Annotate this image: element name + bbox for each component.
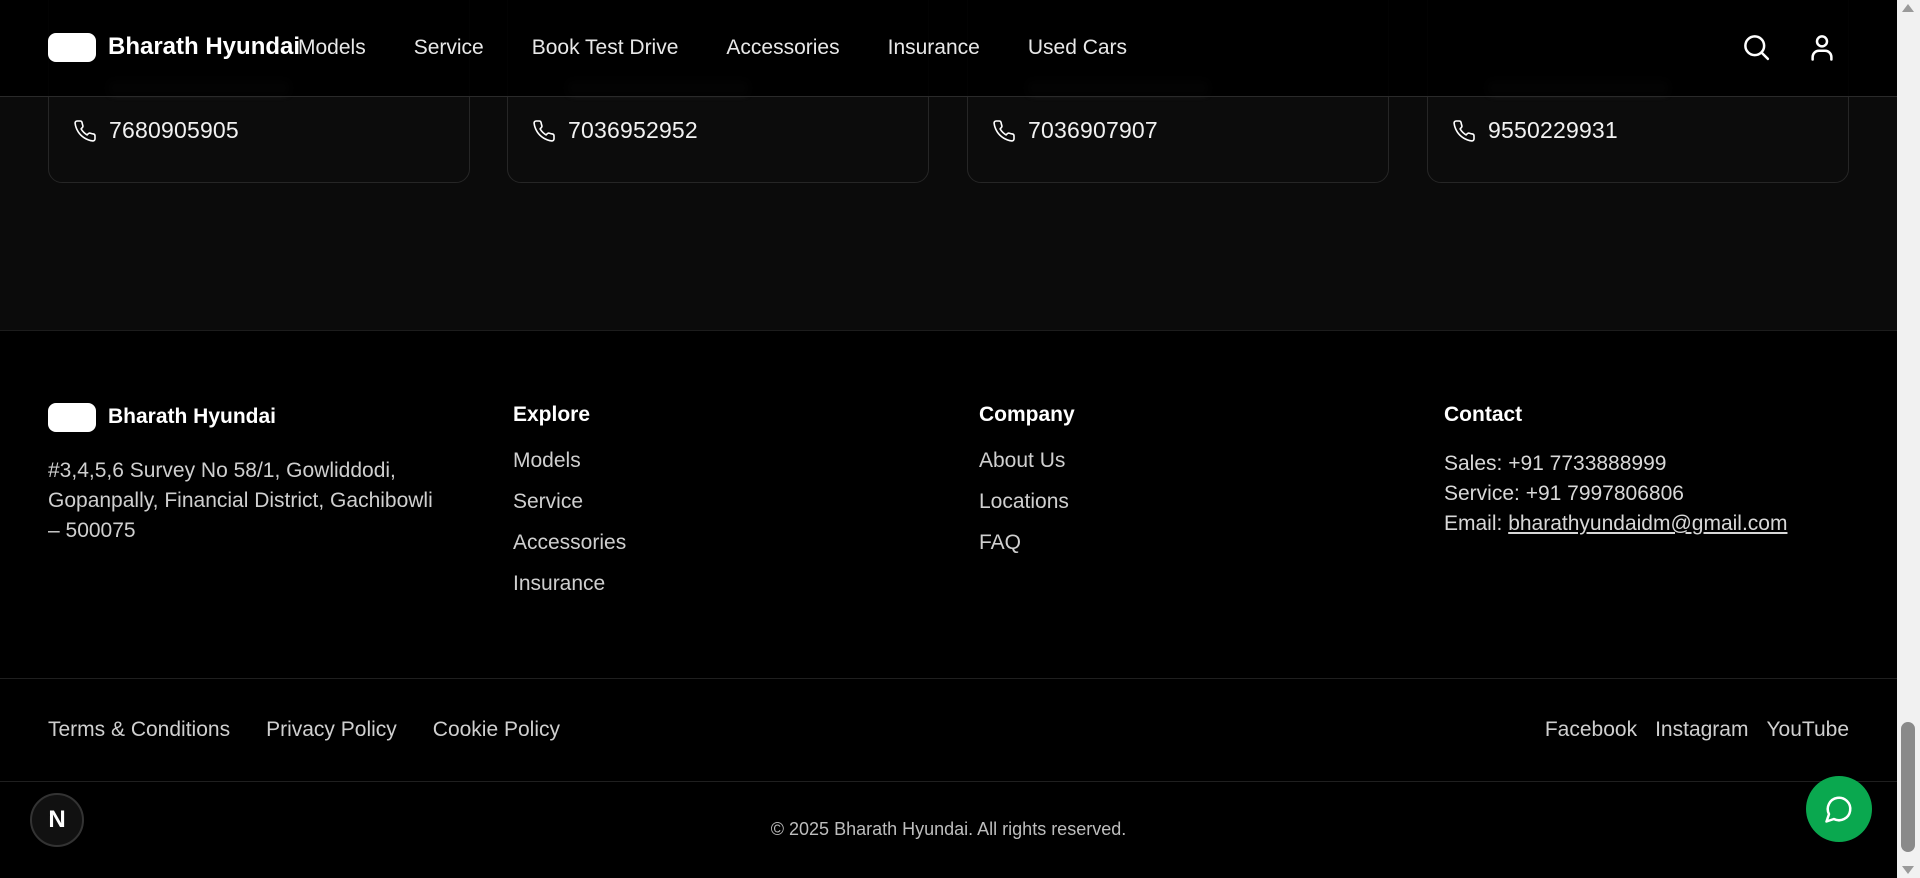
dealer-phone-row[interactable]: 9550229931 (1452, 117, 1618, 144)
scrollbar[interactable] (1897, 0, 1920, 878)
footer-brand-name: Bharath Hyundai (108, 405, 277, 428)
footer-link-about-us[interactable]: About Us (979, 449, 1075, 473)
dealer-address: #3,4,5,6 Survey No 58/1, Gowliddodi, Gop… (48, 459, 433, 542)
search-icon[interactable] (1741, 32, 1771, 62)
contact-service[interactable]: Service: +91 7997806806 (1444, 479, 1787, 509)
footer-company-column: Company About Us Locations FAQ (979, 403, 1075, 572)
phone-icon (74, 119, 96, 142)
footer-link-service[interactable]: Service (513, 490, 626, 514)
dealer-phone-number: 9550229931 (1488, 117, 1618, 143)
scrollbar-thumb[interactable] (1901, 722, 1915, 852)
terms-link[interactable]: Terms & Conditions (48, 718, 230, 742)
page: 7680905905 7036952952 7036907907 9550229… (0, 0, 1897, 878)
user-icon[interactable] (1807, 32, 1837, 62)
footer-link-accessories[interactable]: Accessories (513, 531, 626, 555)
framework-badge[interactable]: N (30, 793, 84, 847)
dealer-phone-row[interactable]: 7036952952 (532, 117, 698, 144)
site-header: Bharath Hyundai Models Service Book Test… (0, 0, 1897, 97)
brand-name[interactable]: Bharath Hyundai (108, 33, 300, 61)
chat-bubble-icon (1825, 796, 1852, 823)
footer-divider (0, 781, 1897, 782)
chat-button[interactable] (1806, 776, 1872, 842)
footer-divider (0, 678, 1897, 679)
nav-used-cars[interactable]: Used Cars (1028, 36, 1127, 60)
youtube-link[interactable]: YouTube (1766, 718, 1849, 742)
nav-service[interactable]: Service (414, 36, 484, 60)
dealer-phone-number: 7036907907 (1028, 117, 1158, 143)
footer-link-models[interactable]: Models (513, 449, 626, 473)
footer-contact-column: Contact Sales: +91 7733888999 Service: +… (1444, 403, 1787, 539)
copyright-text: © 2025 Bharath Hyundai. All rights reser… (770, 819, 1127, 839)
nav-insurance[interactable]: Insurance (888, 36, 980, 60)
contact-email-label: Email: (1444, 512, 1509, 535)
footer-explore-title: Explore (513, 403, 591, 426)
scroll-up-arrow-icon[interactable] (1902, 4, 1914, 12)
footer-brand-logo[interactable] (48, 403, 96, 432)
facebook-link[interactable]: Facebook (1545, 718, 1637, 742)
privacy-policy-link[interactable]: Privacy Policy (266, 718, 397, 742)
contact-email-line: Email: bharathyundaidm@gmail.com (1444, 509, 1787, 539)
contact-sales[interactable]: Sales: +91 7733888999 (1444, 449, 1787, 479)
phone-icon (1453, 119, 1475, 142)
cookie-policy-link[interactable]: Cookie Policy (433, 718, 560, 742)
dealer-phone-number: 7680905905 (109, 117, 239, 143)
instagram-link[interactable]: Instagram (1655, 718, 1748, 742)
scroll-down-arrow-icon[interactable] (1902, 866, 1914, 874)
social-links: Facebook Instagram YouTube (1527, 718, 1849, 742)
footer-explore-column: Explore Models Service Accessories Insur… (513, 403, 626, 613)
footer-link-insurance[interactable]: Insurance (513, 572, 626, 596)
footer-contact-title: Contact (1444, 403, 1523, 426)
contact-email-link[interactable]: bharathyundaidm@gmail.com (1508, 512, 1787, 535)
footer-link-faq[interactable]: FAQ (979, 531, 1075, 555)
dealer-phone-row[interactable]: 7036907907 (992, 117, 1158, 144)
brand-logo[interactable] (48, 33, 96, 62)
dealer-phone-number: 7036952952 (568, 117, 698, 143)
legal-links: Terms & Conditions Privacy Policy Cookie… (48, 718, 596, 742)
phone-icon (533, 119, 555, 142)
nav-models[interactable]: Models (298, 36, 366, 60)
dealer-phone-row[interactable]: 7680905905 (73, 117, 239, 144)
nav-book-test-drive[interactable]: Book Test Drive (532, 36, 679, 60)
footer-company-title: Company (979, 403, 1075, 426)
phone-icon (993, 119, 1015, 142)
nav-accessories[interactable]: Accessories (726, 36, 839, 60)
footer-link-locations[interactable]: Locations (979, 490, 1075, 514)
main-nav: Models Service Book Test Drive Accessori… (298, 36, 1175, 60)
